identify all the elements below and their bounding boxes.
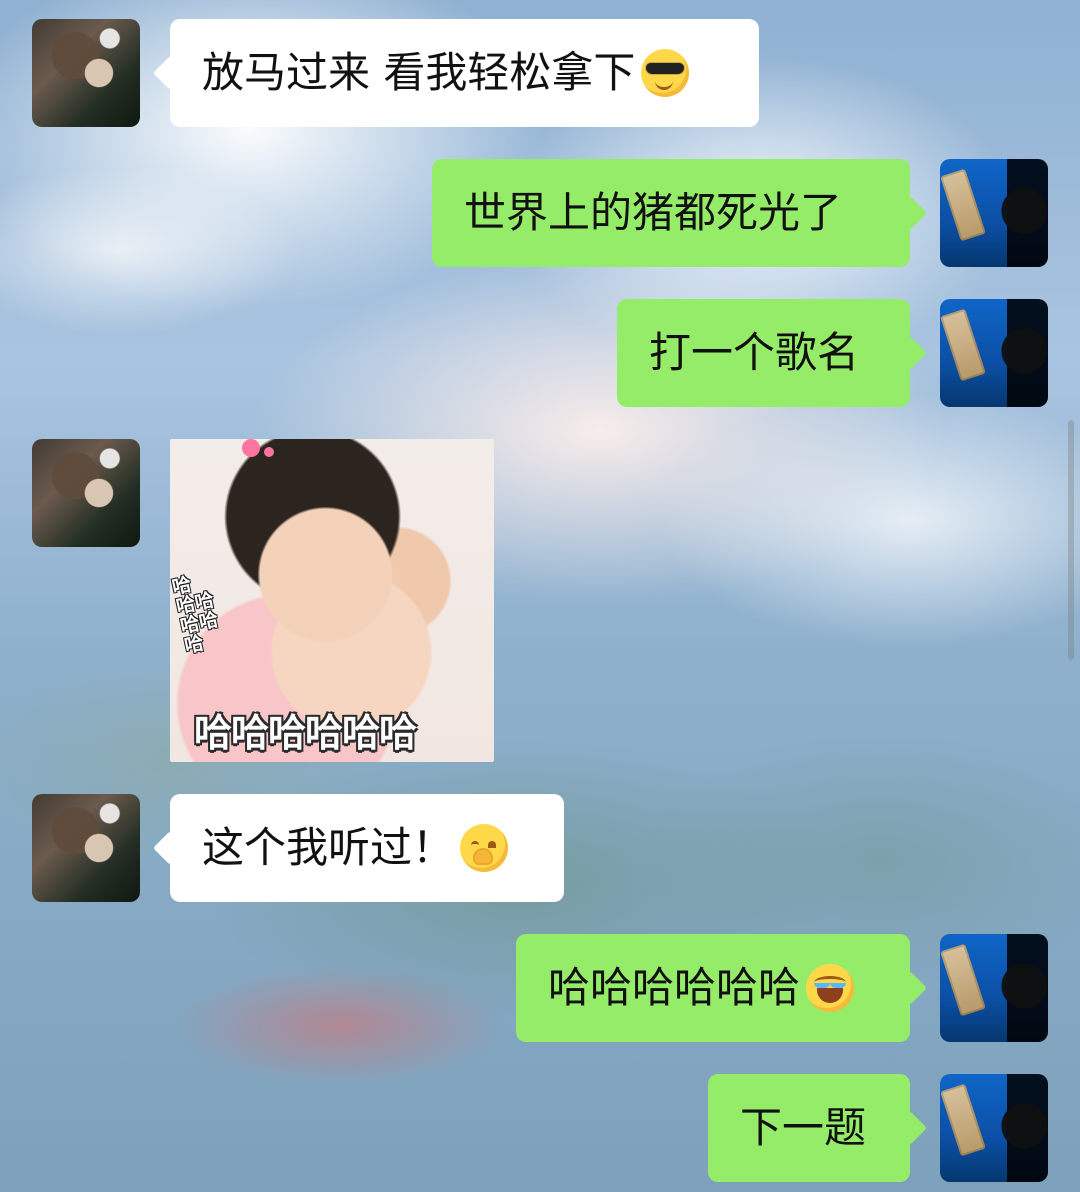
message-bubble-right[interactable]: 哈哈哈哈哈哈	[516, 934, 910, 1042]
user-avatar[interactable]	[940, 299, 1048, 407]
message-bubble-right[interactable]: 世界上的猪都死光了	[432, 159, 910, 267]
user-avatar[interactable]	[940, 934, 1048, 1042]
user-avatar[interactable]	[940, 1074, 1048, 1182]
sunglasses-emoji-icon	[641, 49, 690, 97]
contact-avatar[interactable]	[32, 439, 140, 547]
shushing-face-icon	[460, 824, 509, 872]
message-text: 下一题	[740, 1103, 867, 1152]
contact-avatar[interactable]	[32, 794, 140, 902]
contact-avatar[interactable]	[32, 19, 140, 127]
user-avatar[interactable]	[940, 159, 1048, 267]
message-bubble-left[interactable]: 放马过来 看我轻松拿下	[170, 19, 759, 127]
message-bubble-right[interactable]: 打一个歌名	[617, 299, 910, 407]
rolling-laughing-icon	[806, 964, 855, 1012]
message-text: 这个我听过！	[202, 823, 455, 872]
message-bubble-right[interactable]: 下一题	[708, 1074, 910, 1182]
message-text: 放马过来 看我轻松拿下	[202, 48, 636, 97]
sticker-side-text: 哈 哈哈 哈哈 哈	[170, 573, 221, 658]
sticker-caption: 哈哈哈哈哈哈	[194, 711, 417, 755]
message-text: 哈哈哈哈哈哈	[548, 963, 801, 1012]
laughing-baby-sticker[interactable]: 哈 哈哈 哈哈 哈 哈哈哈哈哈哈	[170, 439, 494, 762]
scrollbar[interactable]	[1068, 420, 1074, 660]
message-text: 打一个歌名	[649, 328, 860, 377]
message-text: 世界上的猪都死光了	[464, 188, 843, 237]
message-bubble-left[interactable]: 这个我听过！	[170, 794, 564, 902]
